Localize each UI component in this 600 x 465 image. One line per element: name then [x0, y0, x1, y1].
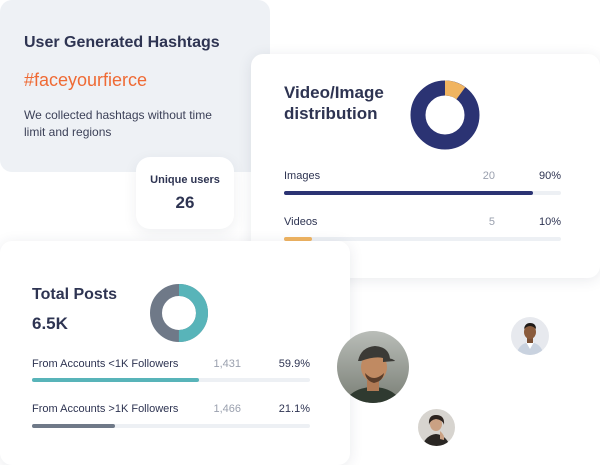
large-accounts-count: 1,466: [213, 403, 241, 415]
videos-label: Videos: [284, 216, 318, 228]
hashtag-card: User Generated Hashtags #faceyourfierce …: [0, 0, 270, 172]
images-progress-track: [284, 191, 561, 195]
total-posts-donut-chart: [150, 284, 208, 342]
small-accounts-count: 1,431: [213, 358, 241, 370]
large-accounts-progress-fill: [32, 424, 116, 428]
small-accounts-progress-fill: [32, 378, 199, 382]
hashtag-title: User Generated Hashtags: [24, 34, 220, 51]
hashtag-tag[interactable]: #faceyourfierce: [24, 70, 246, 91]
unique-users-label: Unique users: [150, 174, 220, 186]
distribution-donut-chart: [410, 80, 480, 150]
unique-users-card: Unique users 26: [136, 157, 234, 229]
small-accounts-percent: 59.9%: [278, 358, 310, 370]
small-accounts-label: From Accounts <1K Followers: [32, 358, 179, 370]
videos-count: 5: [488, 216, 495, 228]
images-count: 20: [482, 170, 495, 182]
large-accounts-progress-track: [32, 424, 310, 428]
images-label: Images: [284, 170, 321, 182]
unique-users-value: 26: [175, 193, 195, 212]
total-posts-title: Total Posts: [32, 286, 118, 303]
avatar-man-cap[interactable]: [337, 331, 409, 403]
small-accounts-progress-track: [32, 378, 310, 382]
hashtag-description: We collected hashtags without time limit…: [24, 108, 212, 139]
donut-images-segment: [410, 80, 480, 150]
total-posts-card: Total Posts 6.5K From Accounts <1K Follo…: [0, 241, 350, 465]
dashboard: User Generated Hashtags #faceyourfierce …: [0, 0, 600, 465]
videos-percent: 10%: [538, 216, 561, 228]
large-accounts-label: From Accounts >1K Followers: [32, 403, 179, 415]
distribution-title: Video/Image distribution: [284, 83, 384, 123]
avatar-man-suit[interactable]: [511, 317, 549, 355]
large-accounts-percent: 21.1%: [278, 403, 310, 415]
avatar-woman[interactable]: [418, 409, 455, 446]
total-posts-value: 6.5K: [32, 314, 68, 333]
images-progress-fill: [284, 191, 534, 195]
images-percent: 90%: [538, 170, 561, 182]
